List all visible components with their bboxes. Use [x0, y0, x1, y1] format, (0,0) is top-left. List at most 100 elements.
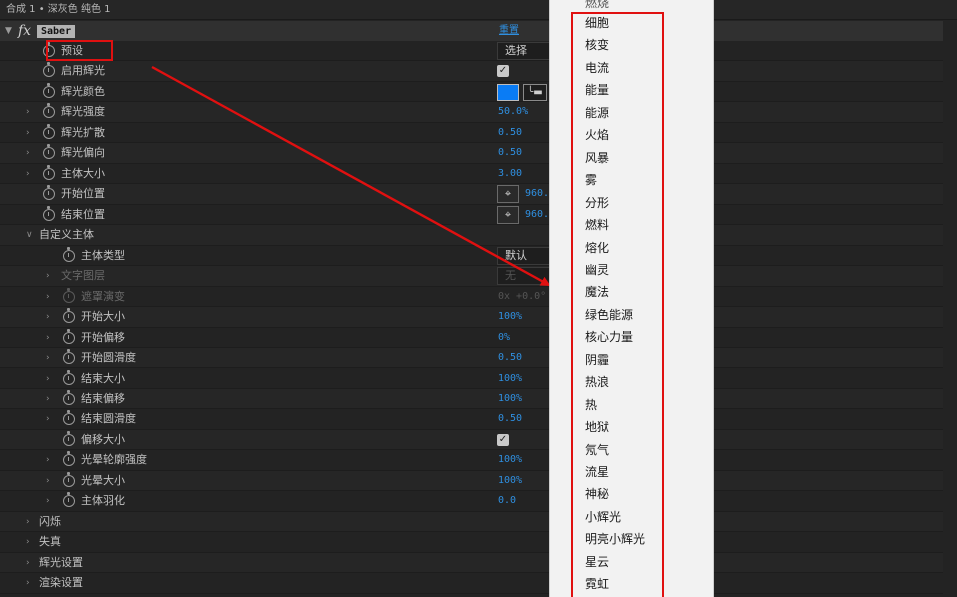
- property-row[interactable]: › 结束圆滑度 0.50: [0, 409, 943, 430]
- property-row[interactable]: 辉光颜色 ╰▬: [0, 82, 943, 103]
- eyedropper-icon[interactable]: ╰▬: [523, 83, 547, 101]
- menu-item[interactable]: 绿色能源: [585, 304, 633, 326]
- property-value[interactable]: 0.50: [498, 123, 522, 143]
- chevron-right-icon[interactable]: ›: [46, 389, 50, 409]
- property-row[interactable]: 开始位置 ⌖ 960.: [0, 184, 943, 205]
- menu-item[interactable]: 热浪: [585, 371, 609, 393]
- chevron-right-icon[interactable]: ›: [46, 307, 50, 327]
- stopwatch-icon[interactable]: [43, 42, 55, 57]
- crosshair-icon[interactable]: ⌖: [497, 185, 519, 204]
- stopwatch-icon[interactable]: [43, 164, 55, 180]
- property-row[interactable]: › 光晕大小 100%: [0, 470, 943, 492]
- property-value[interactable]: 100%: [498, 389, 522, 409]
- stopwatch-icon[interactable]: [43, 62, 55, 78]
- property-value[interactable]: 3.00: [498, 164, 522, 184]
- property-row[interactable]: › 开始偏移 0%: [0, 328, 943, 348]
- property-dropdown[interactable]: 默认: [497, 246, 557, 265]
- stopwatch-icon[interactable]: [63, 246, 75, 262]
- property-row[interactable]: 主体类型 默认: [0, 246, 943, 267]
- menu-item[interactable]: 阴霾: [585, 349, 609, 371]
- property-value[interactable]: 100%: [498, 307, 522, 327]
- chevron-down-icon[interactable]: ▼: [5, 21, 12, 41]
- property-row[interactable]: › 辉光强度 50.0%: [0, 102, 943, 123]
- chevron-right-icon[interactable]: ›: [26, 573, 30, 593]
- property-value[interactable]: 100%: [498, 471, 522, 491]
- chevron-right-icon[interactable]: ›: [46, 409, 50, 429]
- menu-item[interactable]: 魔法: [585, 281, 609, 303]
- property-value[interactable]: 0.0: [498, 491, 516, 511]
- crosshair-icon[interactable]: ⌖: [497, 205, 519, 224]
- chevron-right-icon[interactable]: ›: [26, 512, 30, 532]
- property-dropdown[interactable]: 无: [497, 267, 557, 286]
- stopwatch-icon[interactable]: [63, 369, 75, 385]
- chevron-right-icon[interactable]: ›: [46, 348, 50, 368]
- menu-item[interactable]: 神秘: [585, 483, 609, 505]
- menu-item[interactable]: 燃料: [585, 214, 609, 236]
- property-row[interactable]: › 失真: [0, 532, 943, 553]
- property-row[interactable]: › 辉光偏向 0.50: [0, 143, 943, 164]
- menu-item[interactable]: 细胞: [585, 12, 609, 34]
- chevron-right-icon[interactable]: ›: [46, 369, 50, 389]
- menu-item[interactable]: 分形: [585, 192, 609, 214]
- menu-item[interactable]: 雾: [585, 169, 597, 191]
- property-value[interactable]: 50.0%: [498, 102, 528, 122]
- property-row[interactable]: › 结束大小 100%: [0, 369, 943, 389]
- stopwatch-icon[interactable]: [63, 308, 75, 324]
- property-row[interactable]: › 开始圆滑度 0.50: [0, 348, 943, 369]
- chevron-right-icon[interactable]: ›: [46, 471, 50, 491]
- property-row[interactable]: › 渲染设置: [0, 573, 943, 594]
- menu-item[interactable]: 熔化: [585, 237, 609, 259]
- stopwatch-icon[interactable]: [63, 389, 75, 405]
- property-row[interactable]: › 闪烁: [0, 511, 943, 533]
- property-row[interactable]: › 主体大小 3.00: [0, 164, 943, 185]
- property-row[interactable]: ∨ 自定义主体: [0, 225, 943, 246]
- effect-name[interactable]: Saber: [37, 25, 76, 38]
- property-row[interactable]: 偏移大小 ✓: [0, 429, 943, 451]
- stopwatch-icon[interactable]: [43, 82, 55, 98]
- property-row[interactable]: › 辉光扩散 0.50: [0, 123, 943, 144]
- chevron-right-icon[interactable]: ›: [46, 450, 50, 470]
- property-value[interactable]: 0.50: [498, 143, 522, 163]
- property-value[interactable]: 0.50: [498, 348, 522, 368]
- chevron-right-icon[interactable]: ›: [26, 102, 30, 122]
- property-value[interactable]: 100%: [498, 450, 522, 470]
- property-checkbox[interactable]: ✓: [497, 65, 509, 78]
- chevron-right-icon[interactable]: ›: [46, 328, 50, 348]
- property-value[interactable]: 0x +0.0°: [498, 287, 546, 307]
- menu-item[interactable]: 核心力量: [585, 326, 633, 348]
- chevron-right-icon[interactable]: ›: [26, 532, 30, 552]
- fx-icon[interactable]: fx: [18, 21, 31, 41]
- menu-item[interactable]: 核变: [585, 34, 609, 56]
- chevron-right-icon[interactable]: ›: [46, 287, 50, 307]
- effect-header-row[interactable]: ▼ fx Saber 重置: [0, 21, 943, 41]
- stopwatch-icon[interactable]: [63, 328, 75, 344]
- stopwatch-icon[interactable]: [43, 123, 55, 139]
- property-value[interactable]: 0.50: [498, 409, 522, 429]
- menu-item[interactable]: 霓虹: [585, 573, 609, 595]
- stopwatch-icon[interactable]: [63, 451, 75, 467]
- property-checkbox[interactable]: ✓: [497, 433, 509, 446]
- property-row[interactable]: 预设 选择: [0, 41, 943, 62]
- property-value[interactable]: 960.: [525, 205, 549, 225]
- stopwatch-icon[interactable]: [43, 103, 55, 119]
- property-dropdown[interactable]: 选择: [497, 42, 557, 60]
- menu-item[interactable]: 能量: [585, 79, 609, 101]
- property-row[interactable]: › 主体羽化 0.0: [0, 491, 943, 512]
- preset-dropdown-menu[interactable]: 燃烧 细胞 核变 电流 能量 能源 火焰 风暴雾分形 燃料 熔化 幽灵 魔法 绿色能源 核心力量 阴霾 热浪…: [549, 0, 714, 597]
- stopwatch-icon[interactable]: [63, 471, 75, 487]
- chevron-right-icon[interactable]: ›: [46, 491, 50, 511]
- chevron-right-icon[interactable]: ›: [26, 123, 30, 143]
- property-row[interactable]: › 辉光设置: [0, 552, 943, 574]
- chevron-right-icon[interactable]: ›: [26, 164, 30, 184]
- property-row[interactable]: › 开始大小 100%: [0, 307, 943, 328]
- property-row[interactable]: › 遮罩演变 0x +0.0°: [0, 287, 943, 308]
- menu-item[interactable]: 火焰: [585, 124, 609, 146]
- menu-item[interactable]: 小辉光: [585, 506, 621, 528]
- menu-item[interactable]: 幽灵: [585, 259, 609, 281]
- property-row[interactable]: 启用辉光 ✓: [0, 61, 943, 82]
- menu-item[interactable]: 能源: [585, 102, 609, 124]
- property-value[interactable]: 0%: [498, 328, 510, 348]
- property-row[interactable]: › 光晕轮廓强度 100%: [0, 450, 943, 471]
- property-row[interactable]: › 结束偏移 100%: [0, 388, 943, 410]
- chevron-right-icon[interactable]: ›: [26, 553, 30, 573]
